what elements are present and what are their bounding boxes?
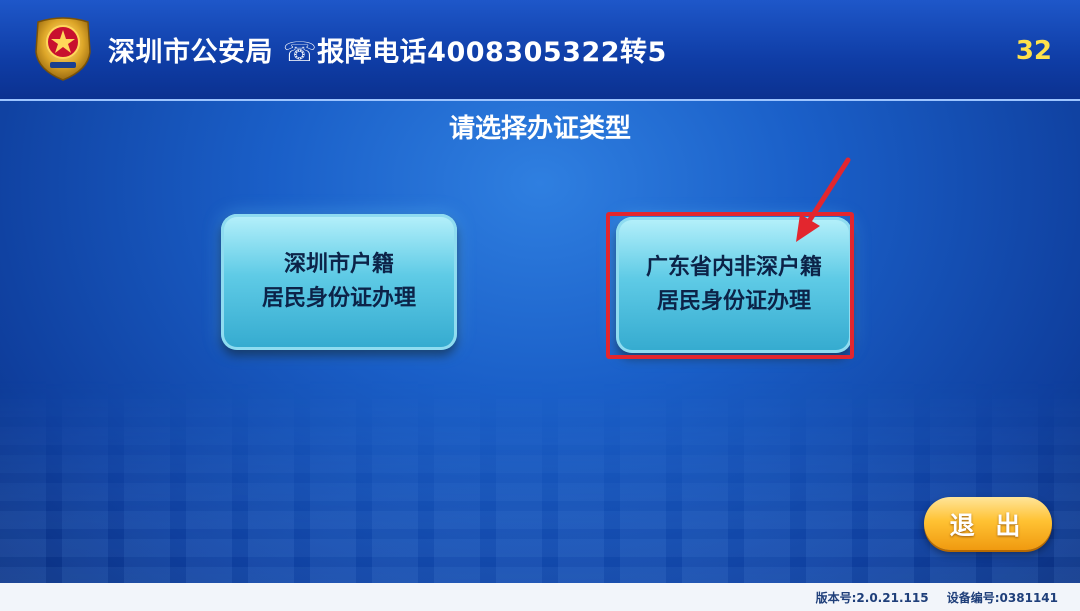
footer-info: 版本号:2.0.21.115 设备编号:0381141 xyxy=(802,589,1058,606)
option-label-line2: 居民身份证办理 xyxy=(261,286,416,311)
version-text: 版本号:2.0.21.115 xyxy=(815,591,929,605)
background-decoration xyxy=(0,380,1080,585)
red-arrow-icon xyxy=(796,157,851,242)
footer-bar: 版本号:2.0.21.115 设备编号:0381141 xyxy=(0,583,1080,611)
kiosk-screen: 深圳市公安局 ☏报障电话4008305322转5 32 请选择办证类型 深圳市户… xyxy=(0,0,1080,611)
police-emblem-icon xyxy=(35,17,91,81)
header-bar: 深圳市公安局 ☏报障电话4008305322转5 32 xyxy=(0,0,1080,101)
countdown-timer: 32 xyxy=(1015,36,1052,66)
device-id-text: 设备编号:0381141 xyxy=(946,591,1058,605)
option-label-line2: 居民身份证办理 xyxy=(656,289,811,314)
option-label-line1: 深圳市户籍 xyxy=(283,252,394,277)
header-title: 深圳市公安局 ☏报障电话4008305322转5 xyxy=(108,37,667,68)
exit-button[interactable]: 退 出 xyxy=(924,497,1052,550)
page-title: 请选择办证类型 xyxy=(448,114,631,144)
shenzhen-hukou-id-button[interactable]: 深圳市户籍 居民身份证办理 xyxy=(221,214,457,350)
option-label-line1: 广东省内非深户籍 xyxy=(645,255,822,280)
